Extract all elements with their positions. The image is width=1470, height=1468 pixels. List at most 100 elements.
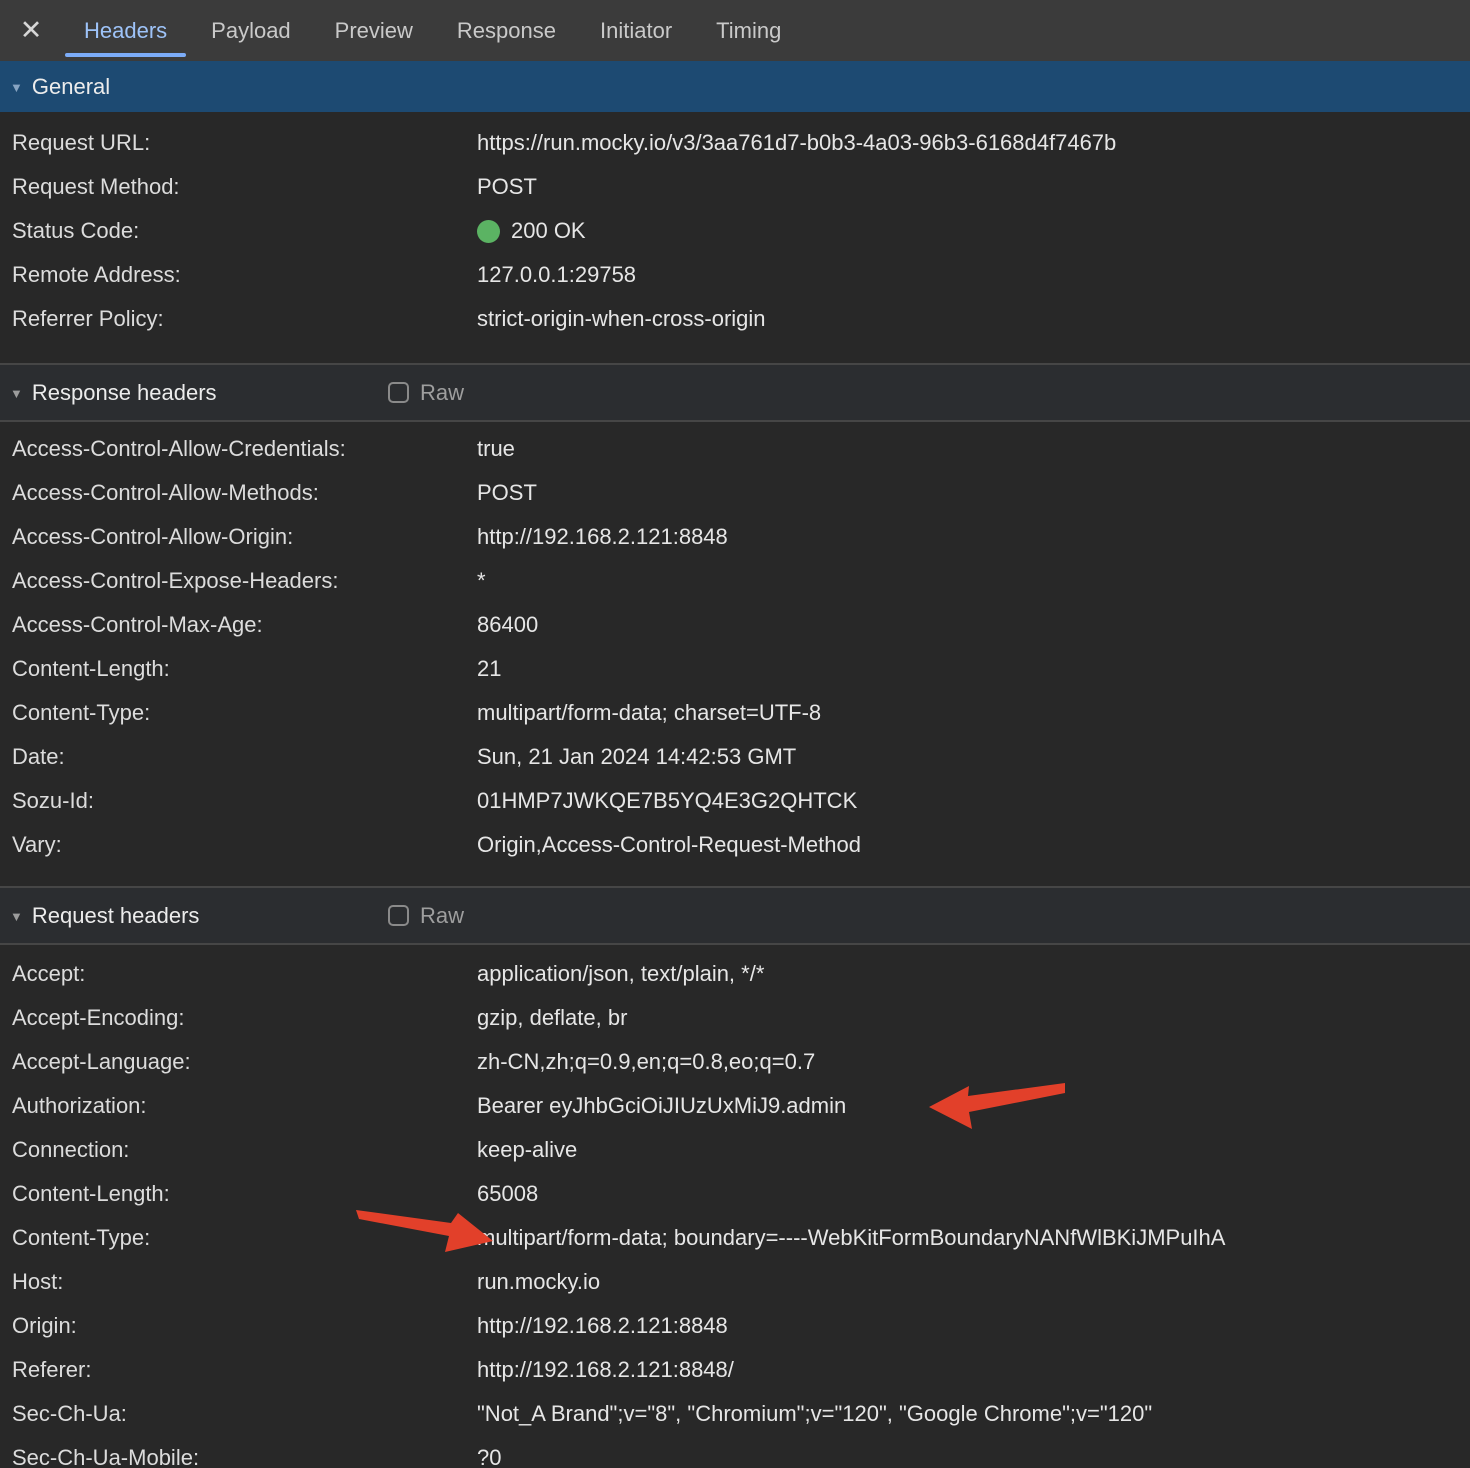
header-name: Referrer Policy: bbox=[0, 306, 477, 332]
header-name: Remote Address: bbox=[0, 262, 477, 288]
header-value-text: http://192.168.2.121:8848 bbox=[477, 524, 728, 550]
header-row: Status Code: 200 OK bbox=[0, 209, 1470, 253]
header-value-text: ?0 bbox=[477, 1445, 501, 1468]
header-row: Connection:keep-alive bbox=[0, 1128, 1470, 1172]
header-name: Host: bbox=[0, 1269, 477, 1295]
header-row: Access-Control-Allow-Methods:POST bbox=[0, 471, 1470, 515]
header-row: Date:Sun, 21 Jan 2024 14:42:53 GMT bbox=[0, 735, 1470, 779]
header-name: Content-Type: bbox=[0, 1225, 477, 1251]
header-value-text: application/json, text/plain, */* bbox=[477, 961, 764, 987]
header-name: Vary: bbox=[0, 832, 477, 858]
raw-toggle: Raw bbox=[388, 888, 464, 943]
header-value-text: POST bbox=[477, 480, 537, 506]
header-value: run.mocky.io bbox=[477, 1269, 600, 1295]
header-value: multipart/form-data; boundary=----WebKit… bbox=[477, 1225, 1225, 1251]
header-name: Referer: bbox=[0, 1357, 477, 1383]
header-value: Origin,Access-Control-Request-Method bbox=[477, 832, 861, 858]
header-value-text: Sun, 21 Jan 2024 14:42:53 GMT bbox=[477, 744, 796, 770]
tab-response[interactable]: Response bbox=[435, 0, 578, 61]
section-request-headers-title: Request headers bbox=[32, 903, 200, 929]
header-value-text: 200 OK bbox=[511, 218, 586, 244]
header-row: Content-Type:multipart/form-data; charse… bbox=[0, 691, 1470, 735]
header-value: 65008 bbox=[477, 1181, 538, 1207]
header-name: Access-Control-Allow-Origin: bbox=[0, 524, 477, 550]
header-name: Access-Control-Allow-Methods: bbox=[0, 480, 477, 506]
header-value: Sun, 21 Jan 2024 14:42:53 GMT bbox=[477, 744, 796, 770]
header-row: Access-Control-Expose-Headers:* bbox=[0, 559, 1470, 603]
header-value-text: https://run.mocky.io/v3/3aa761d7-b0b3-4a… bbox=[477, 130, 1116, 156]
header-value: multipart/form-data; charset=UTF-8 bbox=[477, 700, 821, 726]
header-row: Sozu-Id:01HMP7JWKQE7B5YQ4E3G2QHTCK bbox=[0, 779, 1470, 823]
header-value: 86400 bbox=[477, 612, 538, 638]
tab-preview[interactable]: Preview bbox=[313, 0, 435, 61]
header-name: Accept: bbox=[0, 961, 477, 987]
header-value-text: Bearer eyJhbGciOiJIUzUxMiJ9.admin bbox=[477, 1093, 846, 1119]
raw-toggle: Raw bbox=[388, 365, 464, 420]
disclosure-triangle-icon: ▼ bbox=[10, 910, 23, 923]
section-response-headers-title: Response headers bbox=[32, 380, 217, 406]
header-row: Sec-Ch-Ua-Mobile:?0 bbox=[0, 1436, 1470, 1468]
header-row: Origin:http://192.168.2.121:8848 bbox=[0, 1304, 1470, 1348]
header-value: application/json, text/plain, */* bbox=[477, 961, 764, 987]
header-name: Content-Type: bbox=[0, 700, 477, 726]
close-icon[interactable]: ✕ bbox=[0, 0, 62, 61]
section-request-headers-header[interactable]: ▼ Request headers Raw bbox=[0, 886, 1470, 945]
header-value: 21 bbox=[477, 656, 501, 682]
section-general-title: General bbox=[32, 74, 110, 100]
header-name: Request URL: bbox=[0, 130, 477, 156]
devtools-network-headers-panel: ✕ HeadersPayloadPreviewResponseInitiator… bbox=[0, 0, 1470, 1468]
header-row: Access-Control-Allow-Origin:http://192.1… bbox=[0, 515, 1470, 559]
header-row: Content-Length:21 bbox=[0, 647, 1470, 691]
header-row: Host:run.mocky.io bbox=[0, 1260, 1470, 1304]
request-raw-checkbox[interactable] bbox=[388, 905, 409, 926]
header-value: "Not_A Brand";v="8", "Chromium";v="120",… bbox=[477, 1401, 1152, 1427]
header-value: http://192.168.2.121:8848/ bbox=[477, 1357, 734, 1383]
header-name: Sozu-Id: bbox=[0, 788, 477, 814]
header-row: Accept-Encoding:gzip, deflate, br bbox=[0, 996, 1470, 1040]
header-value-text: 01HMP7JWKQE7B5YQ4E3G2QHTCK bbox=[477, 788, 857, 814]
header-value: http://192.168.2.121:8848 bbox=[477, 1313, 728, 1339]
header-value: gzip, deflate, br bbox=[477, 1005, 627, 1031]
response-header-rows: Access-Control-Allow-Credentials:trueAcc… bbox=[0, 422, 1470, 867]
header-value-text: http://192.168.2.121:8848/ bbox=[477, 1357, 734, 1383]
section-spacer bbox=[0, 341, 1470, 363]
request-header-rows: Accept:application/json, text/plain, */*… bbox=[0, 945, 1470, 1468]
raw-checkbox-label: Raw bbox=[420, 903, 464, 929]
header-value-text: run.mocky.io bbox=[477, 1269, 600, 1295]
header-row: Request URL:https://run.mocky.io/v3/3aa7… bbox=[0, 121, 1470, 165]
header-row: Access-Control-Max-Age:86400 bbox=[0, 603, 1470, 647]
header-value-text: 127.0.0.1:29758 bbox=[477, 262, 636, 288]
section-response-headers-header[interactable]: ▼ Response headers Raw bbox=[0, 363, 1470, 422]
header-value-text: 21 bbox=[477, 656, 501, 682]
header-row: Sec-Ch-Ua:"Not_A Brand";v="8", "Chromium… bbox=[0, 1392, 1470, 1436]
header-value-text: "Not_A Brand";v="8", "Chromium";v="120",… bbox=[477, 1401, 1152, 1427]
tab-payload[interactable]: Payload bbox=[189, 0, 313, 61]
header-name: Accept-Encoding: bbox=[0, 1005, 477, 1031]
header-value: 127.0.0.1:29758 bbox=[477, 262, 636, 288]
header-value: true bbox=[477, 436, 515, 462]
tab-timing[interactable]: Timing bbox=[694, 0, 803, 61]
header-value-text: gzip, deflate, br bbox=[477, 1005, 627, 1031]
header-name: Access-Control-Allow-Credentials: bbox=[0, 436, 477, 462]
section-general-header[interactable]: ▼ General bbox=[0, 61, 1470, 112]
header-value: strict-origin-when-cross-origin bbox=[477, 306, 766, 332]
header-name: Content-Length: bbox=[0, 1181, 477, 1207]
header-value: 200 OK bbox=[477, 218, 586, 244]
header-row: Remote Address:127.0.0.1:29758 bbox=[0, 253, 1470, 297]
tab-headers[interactable]: Headers bbox=[62, 0, 189, 61]
header-value-text: 86400 bbox=[477, 612, 538, 638]
header-value: * bbox=[477, 568, 486, 594]
header-name: Origin: bbox=[0, 1313, 477, 1339]
header-value-text: zh-CN,zh;q=0.9,en;q=0.8,eo;q=0.7 bbox=[477, 1049, 815, 1075]
disclosure-triangle-icon: ▼ bbox=[10, 81, 23, 94]
tab-initiator[interactable]: Initiator bbox=[578, 0, 694, 61]
header-name: Access-Control-Expose-Headers: bbox=[0, 568, 477, 594]
header-row: Referrer Policy:strict-origin-when-cross… bbox=[0, 297, 1470, 341]
response-raw-checkbox[interactable] bbox=[388, 382, 409, 403]
header-name: Connection: bbox=[0, 1137, 477, 1163]
header-row: Access-Control-Allow-Credentials:true bbox=[0, 427, 1470, 471]
header-row: Content-Length:65008 bbox=[0, 1172, 1470, 1216]
header-value: ?0 bbox=[477, 1445, 501, 1468]
header-name: Status Code: bbox=[0, 218, 477, 244]
header-row: Accept:application/json, text/plain, */* bbox=[0, 952, 1470, 996]
